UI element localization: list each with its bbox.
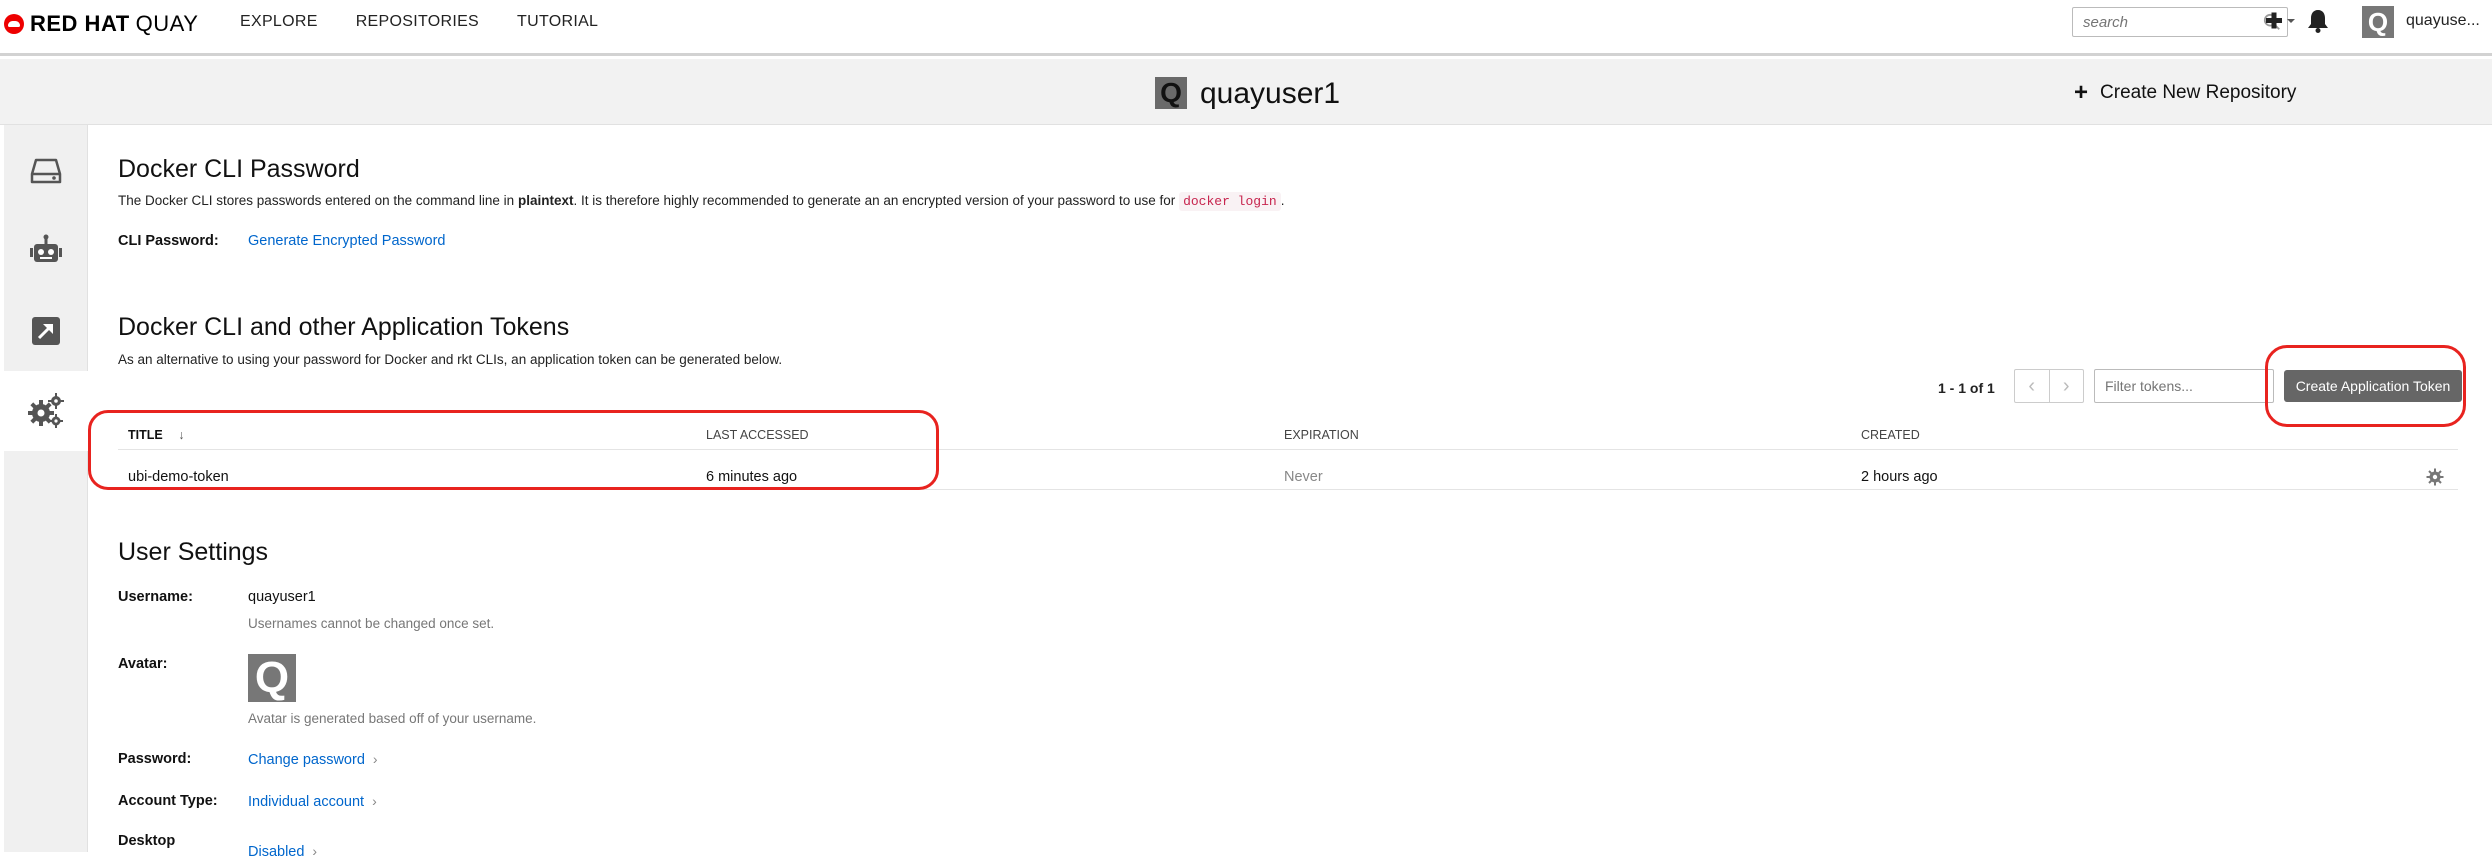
cli-password-label: CLI Password: — [118, 233, 219, 249]
username-label: Username: — [118, 589, 193, 605]
namespace-avatar: Q — [1155, 77, 1187, 109]
docker-login-code: docker login — [1179, 192, 1281, 211]
namespace-header: Q quayuser1 + Create New Repository — [0, 59, 2492, 125]
sidebar-item-settings[interactable] — [4, 371, 89, 451]
create-repo-button[interactable]: + Create New Repository — [2074, 79, 2296, 107]
search-input[interactable] — [2073, 8, 2253, 36]
chevron-right-icon: › — [312, 843, 318, 859]
account-type-label: Account Type: — [118, 793, 218, 809]
logo-product: QUAY — [135, 11, 199, 36]
avatar: Q — [248, 654, 296, 702]
account-type-row: Individual account › — [248, 793, 377, 810]
column-header-created[interactable]: CREATED — [1861, 428, 1920, 442]
tokens-heading: Docker CLI and other Application Tokens — [118, 313, 570, 341]
top-navbar: RED HAT QUAY EXPLORE REPOSITORIES TUTORI… — [0, 0, 2492, 56]
avatar-label: Avatar: — [118, 656, 168, 672]
robot-icon — [30, 234, 62, 262]
cli-password-description: The Docker CLI stores passwords entered … — [118, 192, 1285, 211]
user-settings-heading: User Settings — [118, 538, 269, 566]
desktop-label: Desktop — [118, 833, 176, 849]
token-expiration: Never — [1284, 469, 1323, 485]
plus-icon: + — [2074, 79, 2089, 106]
search-box — [2072, 7, 2288, 37]
desktop-notifications-link[interactable]: Disabled — [248, 844, 304, 860]
column-header-expiration[interactable]: EXPIRATION — [1284, 428, 1359, 442]
create-menu-plus-icon[interactable] — [2262, 7, 2296, 35]
nav-explore-link[interactable]: EXPLORE — [240, 13, 318, 31]
prev-page-icon[interactable]: ‹ — [2015, 370, 2050, 402]
create-repo-label: Create New Repository — [2100, 82, 2297, 103]
username-help: Usernames cannot be changed once set. — [248, 616, 495, 631]
sidebar-item-robot-accounts[interactable] — [4, 211, 88, 291]
gears-icon — [28, 393, 64, 428]
notifications-bell-icon[interactable] — [2306, 8, 2330, 34]
username-value: quayuser1 — [248, 589, 316, 605]
password-label: Password: — [118, 751, 192, 767]
page-title: quayuser1 — [1200, 77, 1341, 110]
token-created: 2 hours ago — [1861, 469, 1938, 485]
hard-drive-icon — [30, 158, 62, 184]
external-link-icon — [32, 317, 60, 345]
filter-tokens-input[interactable] — [2095, 370, 2265, 402]
change-password-link[interactable]: Change password — [248, 752, 365, 768]
chevron-right-icon: › — [372, 751, 378, 767]
next-page-icon[interactable]: › — [2050, 370, 2084, 402]
nav-links: EXPLORE REPOSITORIES TUTORIAL — [240, 13, 636, 31]
avatar-help: Avatar is generated based off of your us… — [248, 711, 537, 726]
change-password-row: Change password › — [248, 751, 378, 768]
account-type-link[interactable]: Individual account — [248, 794, 364, 810]
sidebar-item-external-logins[interactable] — [4, 291, 88, 371]
logo[interactable]: RED HAT QUAY — [4, 10, 198, 38]
generate-encrypted-password-link[interactable]: Generate Encrypted Password — [248, 233, 445, 249]
annotation-highlight-token-row — [88, 410, 939, 490]
redhat-logo-icon — [4, 14, 24, 34]
filter-tokens-box — [2094, 369, 2274, 403]
annotation-highlight-create-button — [2265, 345, 2466, 427]
nav-repositories-link[interactable]: REPOSITORIES — [356, 13, 479, 31]
logo-brand: RED HAT — [30, 11, 130, 36]
gear-icon[interactable] — [2426, 468, 2444, 486]
user-avatar[interactable]: Q — [2362, 6, 2394, 38]
sidebar-item-repositories[interactable] — [4, 131, 88, 211]
sidebar — [4, 125, 89, 852]
pagination-buttons: ‹ › — [2014, 369, 2084, 403]
user-menu[interactable]: quayuse... — [2406, 12, 2480, 30]
cli-password-heading: Docker CLI Password — [118, 155, 360, 183]
tokens-description: As an alternative to using your password… — [118, 352, 783, 367]
nav-tutorial-link[interactable]: TUTORIAL — [517, 13, 598, 31]
chevron-right-icon: › — [372, 793, 377, 809]
pagination-count: 1 - 1 of 1 — [1938, 380, 1995, 396]
